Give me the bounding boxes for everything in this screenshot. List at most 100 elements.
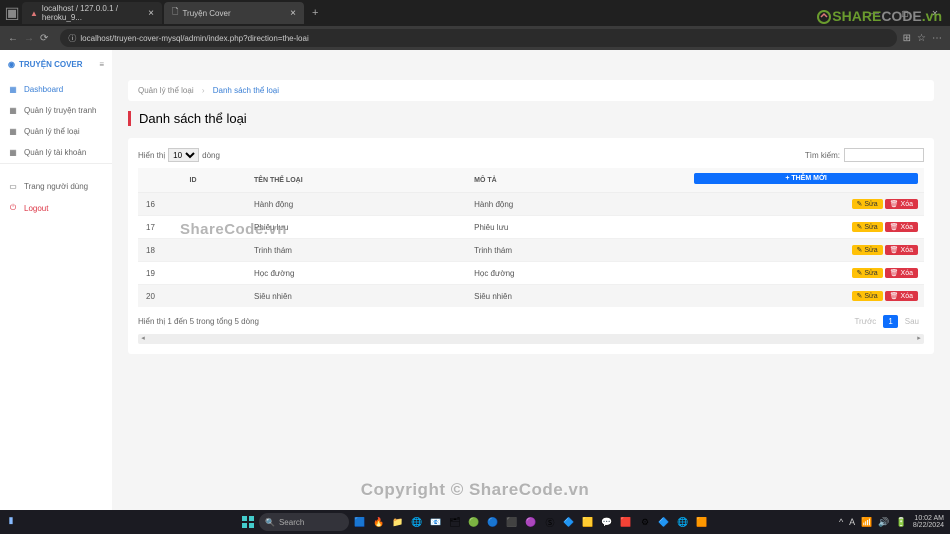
- grid-icon: ▦: [8, 127, 18, 136]
- taskbar-icon[interactable]: 📁: [390, 514, 406, 530]
- page-length-control: Hiển thị 10 dòng: [138, 148, 220, 162]
- taskbar-icon[interactable]: 🟦: [352, 514, 368, 530]
- tray-wifi-icon[interactable]: 📶: [861, 517, 872, 528]
- taskbar-app-icon[interactable]: ▮: [4, 515, 18, 529]
- watermark-text: ShareCode.vn: [180, 221, 287, 238]
- cell-desc: Trinh thám: [468, 239, 688, 262]
- tray-lang-icon[interactable]: A: [849, 517, 855, 527]
- brand-icon: ◉: [8, 60, 15, 69]
- search-icon: 🔍: [265, 518, 275, 527]
- cell-actions: ✎Sửa🗑Xóa: [688, 239, 924, 262]
- breadcrumb-parent[interactable]: Quản lý thể loại: [138, 86, 194, 95]
- close-icon[interactable]: ×: [290, 8, 296, 19]
- taskbar-icon[interactable]: ⬛: [504, 514, 520, 530]
- horizontal-scrollbar[interactable]: ◂ ▸: [138, 334, 924, 344]
- taskbar-icon[interactable]: 🌐: [409, 514, 425, 530]
- back-icon[interactable]: ←: [8, 33, 18, 44]
- start-button[interactable]: [240, 514, 256, 530]
- taskbar-search[interactable]: 🔍Search: [259, 513, 349, 531]
- sidebar-divider: [0, 163, 112, 176]
- col-id[interactable]: ID: [138, 168, 248, 193]
- tray-battery-icon[interactable]: 🔋: [896, 517, 907, 528]
- taskbar-icon[interactable]: ⚙: [637, 514, 653, 530]
- refresh-icon[interactable]: ⟳: [40, 33, 48, 44]
- sidebar-brand[interactable]: ◉ TRUYỆN COVER ≡: [0, 50, 112, 79]
- delete-button[interactable]: 🗑Xóa: [885, 291, 918, 301]
- taskbar-icon[interactable]: 🟣: [523, 514, 539, 530]
- taskbar-icon[interactable]: Ⓢ: [542, 514, 558, 530]
- taskbar-icon[interactable]: 🌐: [675, 514, 691, 530]
- scroll-left-icon[interactable]: ◂: [138, 334, 148, 344]
- browser-tab-1[interactable]: ▲ localhost / 127.0.0.1 / heroku_9... ×: [22, 2, 162, 24]
- col-desc[interactable]: MÔ TẢ: [468, 168, 688, 193]
- scroll-right-icon[interactable]: ▸: [914, 334, 924, 344]
- length-prefix: Hiển thị: [138, 151, 165, 160]
- taskbar-icon[interactable]: 🗂: [447, 514, 463, 530]
- sidebar-item-label: Quản lý thể loại: [24, 127, 80, 136]
- data-card: Hiển thị 10 dòng Tìm kiếm: ID TÊN THỂ LO…: [128, 138, 934, 354]
- taskbar-clock[interactable]: 10:02 AM 8/22/2024: [913, 515, 944, 529]
- sidebar-item[interactable]: ▦ Quản lý thể loại: [0, 121, 112, 142]
- edit-button[interactable]: ✎Sửa: [852, 245, 883, 255]
- url-input[interactable]: ⓘ localhost/truyen-cover-mysql/admin/ind…: [60, 29, 896, 47]
- sidebar-item-logout[interactable]: ⏻ Logout: [0, 197, 112, 219]
- col-name[interactable]: TÊN THỂ LOẠI: [248, 168, 468, 193]
- cell-id: 19: [138, 262, 248, 285]
- sidebar-item[interactable]: ▦Dashboard: [0, 79, 112, 100]
- sidebar-toggle-icon[interactable]: ▣: [6, 7, 18, 19]
- brand-text: TRUYỆN COVER: [19, 60, 83, 69]
- taskbar-icon[interactable]: 🟥: [618, 514, 634, 530]
- delete-button[interactable]: 🗑Xóa: [885, 222, 918, 232]
- cell-actions: ✎Sửa🗑Xóa: [688, 193, 924, 216]
- trash-icon: 🗑: [890, 223, 899, 231]
- page-number[interactable]: 1: [883, 315, 897, 328]
- hamburger-icon[interactable]: ≡: [99, 60, 104, 69]
- taskbar-icon[interactable]: 🔵: [485, 514, 501, 530]
- page-title: Danh sách thể loại: [128, 111, 934, 126]
- tab-favicon: ▲: [30, 9, 38, 18]
- page-next[interactable]: Sau: [900, 315, 924, 328]
- sidebar-item[interactable]: ▦Quản lý truyện tranh: [0, 100, 112, 121]
- extension-icon[interactable]: ⊞: [903, 33, 911, 44]
- taskbar-icon[interactable]: 📧: [428, 514, 444, 530]
- edit-button[interactable]: ✎Sửa: [852, 291, 883, 301]
- cell-name: Trinh thám: [248, 239, 468, 262]
- taskbar-icon[interactable]: 🔥: [371, 514, 387, 530]
- delete-button[interactable]: 🗑Xóa: [885, 268, 918, 278]
- breadcrumb: Quản lý thể loại › Danh sách thể loại: [128, 80, 934, 101]
- sidebar-item-userpage[interactable]: ▭ Trang người dùng: [0, 176, 112, 197]
- search-input[interactable]: [844, 148, 924, 162]
- edit-button[interactable]: ✎Sửa: [852, 222, 883, 232]
- tray-chevron-icon[interactable]: ^: [839, 517, 843, 527]
- col-actions: + THÊM MỚI: [688, 168, 924, 193]
- forward-icon[interactable]: →: [24, 33, 34, 44]
- delete-button[interactable]: 🗑Xóa: [885, 245, 918, 255]
- delete-button[interactable]: 🗑Xóa: [885, 199, 918, 209]
- close-icon[interactable]: ×: [148, 8, 154, 19]
- taskbar-icon[interactable]: 🔷: [656, 514, 672, 530]
- taskbar-icon[interactable]: 🔷: [561, 514, 577, 530]
- taskbar-icon[interactable]: 💬: [599, 514, 615, 530]
- new-tab-button[interactable]: +: [312, 7, 318, 19]
- edit-button[interactable]: ✎Sửa: [852, 268, 883, 278]
- tab-title: localhost / 127.0.0.1 / heroku_9...: [42, 4, 144, 22]
- windows-taskbar: ▮ 🔍Search 🟦 🔥 📁 🌐 📧 🗂 🟢 🔵 ⬛ 🟣 Ⓢ 🔷 🟨 💬 🟥 …: [0, 510, 950, 534]
- table-row: 16Hành độngHành động✎Sửa🗑Xóa: [138, 193, 924, 216]
- cell-desc: Phiêu lưu: [468, 216, 688, 239]
- add-new-button[interactable]: + THÊM MỚI: [694, 173, 918, 184]
- sidebar-item[interactable]: ▦Quản lý tài khoản: [0, 142, 112, 163]
- browser-tab-2[interactable]: 🗋 Truyện Cover ×: [164, 2, 304, 24]
- grid-icon: ▦: [8, 85, 18, 94]
- tab-favicon: 🗋: [172, 6, 178, 20]
- cell-id: 18: [138, 239, 248, 262]
- tray-volume-icon[interactable]: 🔊: [878, 517, 889, 528]
- taskbar-icon[interactable]: 🟨: [580, 514, 596, 530]
- taskbar-icon[interactable]: 🟢: [466, 514, 482, 530]
- page-prev[interactable]: Trước: [849, 315, 881, 328]
- menu-icon[interactable]: ⋯: [932, 33, 942, 44]
- page-length-select[interactable]: 10: [168, 148, 199, 162]
- taskbar-icon[interactable]: 🟧: [694, 514, 710, 530]
- favorites-icon[interactable]: ☆: [917, 33, 926, 44]
- edit-button[interactable]: ✎Sửa: [852, 199, 883, 209]
- cell-name: Siêu nhiên: [248, 285, 468, 308]
